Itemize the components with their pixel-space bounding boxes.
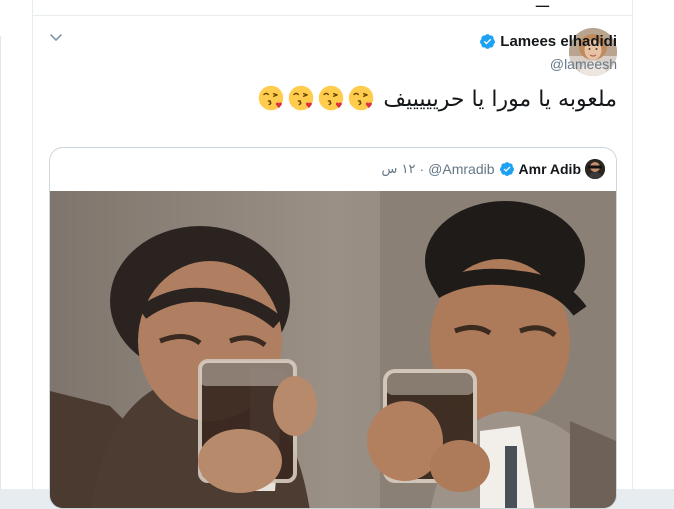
tweet-text: ملعوبه يا مورا يا حريييييف: [197, 84, 617, 115]
kissing-face-with-heart-icon: [319, 85, 344, 111]
right-panel-edge: [632, 0, 674, 489]
verified-badge-icon: [480, 34, 496, 49]
timeline-column: ـــ Lamees elhadidi @lameesh ملعوبه يا م…: [32, 0, 633, 509]
quoted-tweet[interactable]: ١٢ س · @Amradib Amr Adib: [49, 147, 617, 509]
kissing-face-with-heart-icon: [289, 85, 314, 111]
quoted-tweet-photo[interactable]: [50, 191, 616, 509]
quoted-tweet-avatar[interactable]: [585, 159, 605, 179]
tweet-text-body: ملعوبه يا مورا يا حريييييف: [383, 87, 617, 112]
left-panel-edge: [0, 0, 32, 490]
verified-badge-icon: [499, 162, 514, 176]
previous-tweet-edge: ـــ: [33, 0, 632, 16]
author-display-name[interactable]: Lamees elhadidi: [500, 33, 617, 50]
quoted-tweet-separator: ·: [419, 161, 425, 177]
previous-tweet-text-fragment: ـــ: [535, 0, 549, 11]
chevron-down-icon[interactable]: [49, 30, 63, 44]
tweet-emojis: [256, 84, 376, 115]
tweet-author: Lamees elhadidi @lameesh: [177, 33, 617, 72]
author-handle[interactable]: @lameesh: [550, 56, 617, 72]
quoted-tweet-header: ١٢ س · @Amradib Amr Adib: [382, 159, 605, 179]
quoted-tweet-time[interactable]: ١٢ س: [382, 162, 416, 177]
kissing-face-with-heart-icon: [349, 85, 374, 111]
kissing-face-with-heart-icon: [259, 85, 284, 111]
quoted-tweet-display-name[interactable]: Amr Adib: [519, 161, 581, 177]
quoted-tweet-handle[interactable]: @Amradib: [428, 161, 494, 177]
